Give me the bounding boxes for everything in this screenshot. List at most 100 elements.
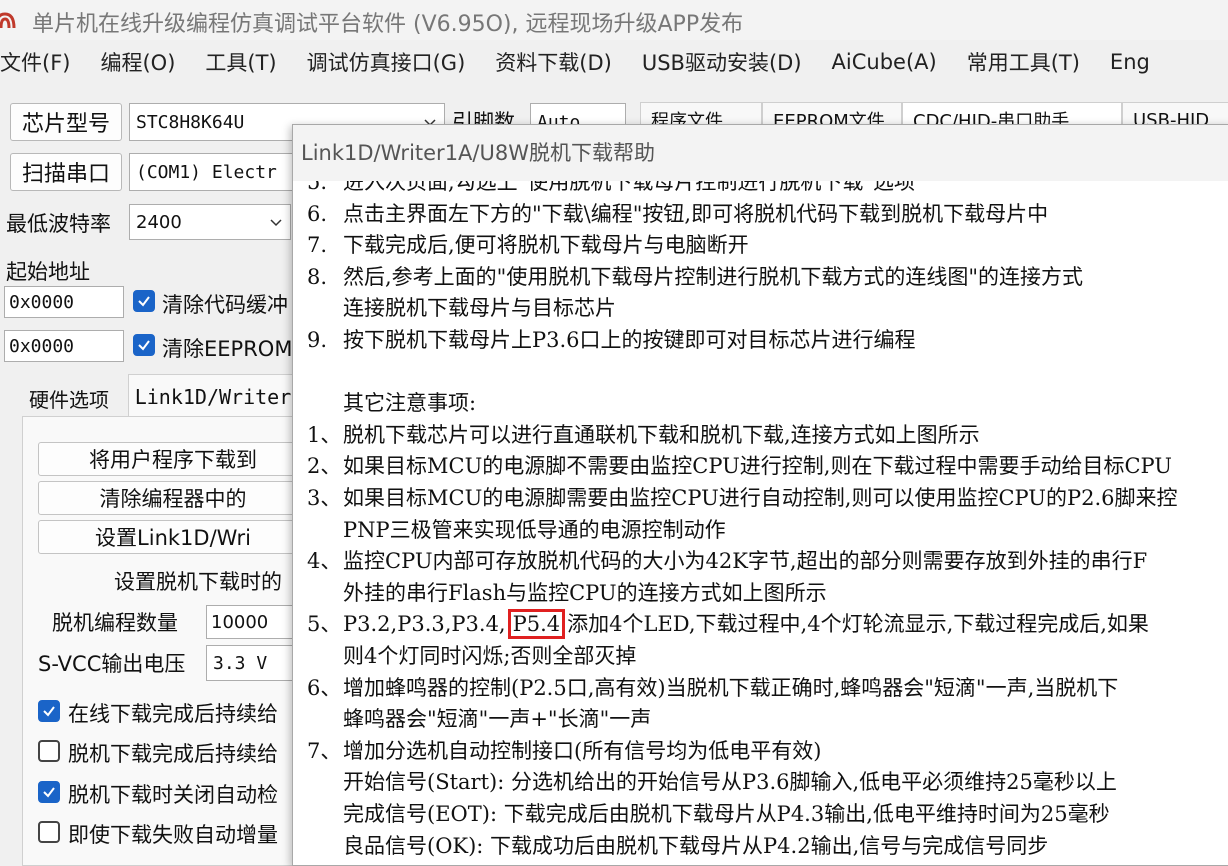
help-line-text: 连接脱机下载母片与目标芯片 — [343, 296, 616, 321]
menu-bar: 文件(F) 编程(O) 工具(T) 调试仿真接口(G) 资料下载(D) USB驱… — [0, 44, 1228, 80]
checkmark-icon — [43, 787, 55, 798]
eeprom-start-address-input[interactable]: 0x0000 — [4, 330, 124, 362]
help-line: 完成信号(EOT): 下载完成后由脱机下载母片从P4.3输出,低电平维持时间为2… — [307, 799, 1110, 831]
title-bar: 单片机在线升级编程仿真调试平台软件 (V6.95O), 远程现场升级APP发布 — [0, 0, 1228, 40]
help-line-text: 良品信号(OK): 下载成功后由脱机下载母片从P4.2输出,信号与完成信号同步 — [343, 833, 1049, 858]
help-text-area[interactable]: 5. 进入次页面,勾选上"使用脱机下载母片控制进行脱机下载"选项 6. 点击主界面左下… — [293, 181, 1228, 865]
help-line: 开始信号(Start): 分选机给出的开始信号从P3.6脚输入,低电平必须维持2… — [307, 767, 1117, 799]
menu-common-tools[interactable]: 常用工具(T) — [967, 47, 1080, 77]
set-link1d-writer-button[interactable]: 设置Link1D/Wri — [38, 520, 308, 554]
help-line-number: 1、 — [307, 422, 342, 447]
port-value: (COM1) Electr — [136, 161, 277, 183]
tab-link1d-writer-label: Link1D/Writer — [134, 384, 292, 409]
offline-count-input[interactable]: 10000 — [206, 605, 306, 639]
help-line: 9. 按下脱机下载母片上P3.6口上的按键即可对目标芯片进行编程 — [307, 325, 916, 357]
help-line-text: PNP三极管来实现低导通的电源控制动作 — [343, 517, 726, 542]
help-line: 1、脱机下载芯片可以进行直通联机下载和脱机下载,连接方式如上图所示 — [307, 420, 980, 452]
download-user-program-button[interactable]: 将用户程序下载到 — [38, 442, 308, 476]
help-line-text: 按下脱机下载母片上P3.6口上的按键即可对目标芯片进行编程 — [343, 328, 916, 352]
disable-auto-detect-checkbox[interactable] — [38, 781, 60, 803]
online-keep-power-checkbox[interactable] — [38, 700, 60, 722]
online-keep-power-label: 在线下载完成后持续给 — [68, 702, 278, 726]
help-line: 其它注意事项: — [307, 388, 476, 420]
clear-eeprom-buffer-label: 清除EEPROM缓 — [162, 337, 292, 361]
code-start-address-input[interactable]: 0x0000 — [4, 286, 124, 318]
help-line: PNP三极管来实现低导通的电源控制动作 — [307, 515, 726, 547]
menu-usb-driver[interactable]: USB驱动安装(D) — [642, 47, 802, 77]
help-line: 7. 下载完成后,便可将脱机下载母片与电脑断开 — [307, 230, 749, 262]
help-line-text-cont: 添加4个LED,下载过程中,4个灯轮流显示,下载过程完成后,如果 — [567, 612, 1149, 637]
help-line-text: 监控CPU内部可存放脱机代码的大小为42K字节,超出的部分则需要存放到外挂的串行… — [343, 549, 1148, 574]
help-line: 良品信号(OK): 下载成功后由脱机下载母片从P4.2输出,信号与完成信号同步 — [307, 831, 1048, 863]
help-line-text: 开始信号(Start): 分选机给出的开始信号从P3.6脚输入,低电平必须维持2… — [343, 770, 1117, 795]
svcc-voltage-label: S-VCC输出电压 — [38, 652, 186, 676]
help-line-number: 7. — [307, 233, 328, 258]
help-line: 5、P3.2,P3.3,P3.4, P5.4 添加4个LED,下载过程中,4个灯轮流… — [307, 609, 1149, 641]
clear-eeprom-buffer-checkbox[interactable] — [133, 334, 155, 356]
help-line-text: 点击主界面左下方的"下载\编程"按钮,即可将脱机代码下载到脱机下载母片中 — [343, 201, 1049, 226]
help-line: 3、如果目标MCU的电源脚需要由监控CPU进行自动控制,则可以使用监控CPU的P… — [307, 483, 1178, 515]
checkmark-icon — [138, 296, 150, 307]
help-line-text: 下载完成后,便可将脱机下载母片与电脑断开 — [343, 233, 749, 258]
chip-model-value: STC8H8K64U — [136, 111, 245, 133]
help-line-number: 2、 — [307, 454, 342, 479]
menu-tools[interactable]: 工具(T) — [205, 47, 276, 77]
help-dialog: Link1D/Writer1A/U8W脱机下载帮助 5. 进入次页面,勾选上"使用… — [292, 124, 1228, 866]
help-line: 7、增加分选机自动控制接口(所有信号均为低电平有效) — [307, 736, 821, 768]
help-line-number: 6、 — [307, 675, 342, 700]
help-line-number: 5、 — [307, 612, 342, 637]
chevron-down-icon — [270, 219, 282, 227]
chip-model-button[interactable]: 芯片型号 — [10, 103, 122, 141]
help-line-text: 然后,参考上面的"使用脱机下载母片控制进行脱机下载方式的连线图"的连接方式 — [343, 264, 1083, 289]
help-line-number: 5. — [307, 181, 328, 194]
clear-code-buffer-checkbox[interactable] — [133, 290, 155, 312]
help-line-text: P3.2,P3.3,P3.4, — [343, 612, 506, 637]
baud-rate-value: 2400 — [136, 211, 182, 233]
tab-hardware-options[interactable]: 硬件选项 — [10, 378, 128, 418]
help-line: 蜂鸣器会"短滴"一声+"长滴"一声 — [307, 704, 651, 736]
help-line: 4、监控CPU内部可存放脱机代码的大小为42K字节,超出的部分则需要存放到外挂的… — [307, 546, 1147, 578]
svcc-voltage-select[interactable]: 3.3 V — [206, 645, 306, 681]
help-line: 外挂的串行Flash与监控CPU的连接方式如上图所示 — [307, 578, 827, 610]
offline-keep-power-checkbox[interactable] — [38, 740, 60, 762]
help-line-number: 9. — [307, 328, 328, 352]
help-line-text: 则4个灯同时闪烁;否则全部灭掉 — [343, 644, 637, 668]
help-line-text: 如果目标MCU的电源脚需要由监控CPU进行自动控制,则可以使用监控CPU的P2.… — [343, 486, 1178, 510]
help-line: 6、增加蜂鸣器的控制(P2.5口,高有效)当脱机下载正确时,蜂鸣器会"短滴"一声… — [307, 673, 1118, 705]
help-line: 8. 然后,参考上面的"使用脱机下载母片控制进行脱机下载方式的连线图"的连接方式 — [307, 262, 1083, 294]
help-line: 5. 进入次页面,勾选上"使用脱机下载母片控制进行脱机下载"选项 — [307, 181, 915, 199]
help-line: 2、如果目标MCU的电源脚不需要由监控CPU进行控制,则在下载过程中需要手动给目… — [307, 451, 1172, 483]
offline-count-label: 脱机编程数量 — [52, 611, 178, 635]
tab-link1d-writer[interactable]: Link1D/Writer — [128, 374, 298, 418]
help-line-number: 6. — [307, 201, 328, 226]
help-line-text: 如果目标MCU的电源脚不需要由监控CPU进行控制,则在下载过程中需要手动给目标C… — [343, 454, 1172, 479]
help-line-text: 完成信号(EOT): 下载完成后由脱机下载母片从P4.3输出,低电平维持时间为2… — [343, 802, 1110, 826]
help-line-text: 增加蜂鸣器的控制(P2.5口,高有效)当脱机下载正确时,蜂鸣器会"短滴"一声,当… — [343, 675, 1119, 700]
help-line: 6. 点击主界面左下方的"下载\编程"按钮,即可将脱机代码下载到脱机下载母片中 — [307, 199, 1048, 231]
help-line-text: 外挂的串行Flash与监控CPU的连接方式如上图所示 — [343, 580, 827, 605]
help-line-text: 进入次页面,勾选上"使用脱机下载母片控制进行脱机下载"选项 — [343, 181, 915, 194]
auto-increment-on-fail-checkbox[interactable] — [38, 821, 60, 843]
auto-increment-on-fail-label: 即使下载失败自动增量 — [68, 823, 278, 847]
menu-downloads[interactable]: 资料下载(D) — [495, 47, 612, 77]
app-logo-icon — [0, 12, 16, 29]
highlighted-pin-box: P5.4 — [507, 609, 566, 640]
menu-program[interactable]: 编程(O) — [100, 47, 175, 77]
checkmark-icon — [138, 340, 150, 351]
start-address-label: 起始地址 — [6, 260, 90, 284]
help-line-text: 其它注意事项: — [343, 391, 477, 416]
scan-port-button[interactable]: 扫描串口 — [10, 153, 122, 191]
help-line-number: 7、 — [307, 738, 342, 763]
offline-keep-power-label: 脱机下载完成后持续给 — [68, 742, 278, 766]
offline-download-setting-label: 设置脱机下载时的 — [114, 570, 282, 594]
menu-english[interactable]: Eng — [1110, 50, 1150, 74]
baud-rate-select[interactable]: 2400 — [129, 204, 291, 240]
menu-file[interactable]: 文件(F) — [0, 47, 70, 77]
clear-programmer-button[interactable]: 清除编程器中的 — [38, 481, 308, 515]
help-dialog-title: Link1D/Writer1A/U8W脱机下载帮助 — [293, 125, 1228, 181]
window-title: 单片机在线升级编程仿真调试平台软件 (V6.95O), 远程现场升级APP发布 — [32, 12, 744, 37]
menu-debug-interface[interactable]: 调试仿真接口(G) — [307, 47, 466, 77]
menu-aicube[interactable]: AiCube(A) — [832, 50, 937, 74]
port-select[interactable]: (COM1) Electr — [129, 153, 309, 191]
help-line — [307, 357, 343, 389]
